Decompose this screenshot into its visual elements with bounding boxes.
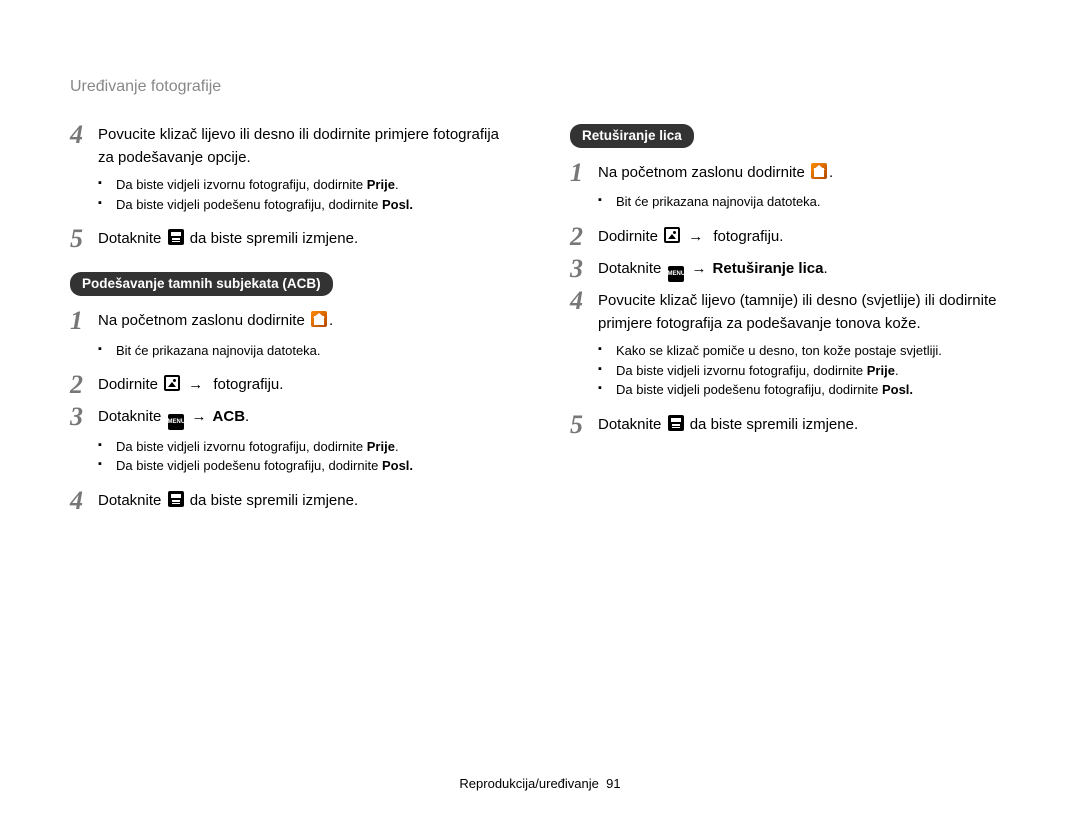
step-text: Dotaknite MENU→Retuširanje lica. (598, 258, 828, 282)
step-number: 1 (70, 307, 98, 334)
step-number: 2 (70, 371, 98, 398)
bullet: Da biste vidjeli izvornu fotografiju, do… (598, 361, 1010, 381)
step-1: 1 Na početnom zaslonu dodirnite . (570, 162, 1010, 186)
step-2: 2 Dodirnite → fotografiju. (70, 374, 510, 398)
left-column: 4 Povucite klizač lijevo ili desno ili d… (70, 124, 510, 520)
bullets: Da biste vidjeli izvornu fotografiju, do… (98, 437, 510, 476)
footer-section: Reprodukcija/uređivanje (459, 776, 598, 791)
menu-icon: MENU (168, 414, 184, 430)
step-number: 5 (570, 411, 598, 438)
save-icon (168, 229, 184, 245)
step-1: 1 Na početnom zaslonu dodirnite . (70, 310, 510, 334)
step-text: Dotaknite da biste spremili izmjene. (98, 490, 358, 514)
save-icon (668, 415, 684, 431)
section-pill-face: Retuširanje lica (570, 124, 694, 148)
arrow-icon: → (688, 226, 703, 249)
step-text: Povucite klizač lijevo (tamnije) ili des… (598, 290, 1010, 335)
step-text: Dodirnite → fotografiju. (98, 374, 283, 398)
bullet: Bit će prikazana najnovija datoteka. (598, 192, 1010, 212)
bullet: Da biste vidjeli podešenu fotografiju, d… (598, 380, 1010, 400)
step-3: 3 Dotaknite MENU→Retuširanje lica. (570, 258, 1010, 282)
step-4: 4 Povucite klizač lijevo (tamnije) ili d… (570, 290, 1010, 335)
arrow-icon: → (192, 406, 207, 429)
save-icon (168, 491, 184, 507)
bullet: Kako se klizač pomiče u desno, ton kože … (598, 341, 1010, 361)
step-number: 4 (70, 487, 98, 514)
step-number: 5 (70, 225, 98, 252)
step-number: 3 (70, 403, 98, 430)
arrow-icon: → (692, 258, 707, 281)
menu-icon: MENU (668, 266, 684, 282)
step-text: Dodirnite → fotografiju. (598, 226, 783, 250)
bullet: Da biste vidjeli podešenu fotografiju, d… (98, 456, 510, 476)
step-number: 2 (570, 223, 598, 250)
image-icon (664, 227, 680, 243)
page-title: Uređivanje fotografije (70, 78, 1010, 96)
step-number: 3 (570, 255, 598, 282)
step-3: 3 Dotaknite MENU→ACB. (70, 406, 510, 430)
columns: 4 Povucite klizač lijevo ili desno ili d… (70, 124, 1010, 520)
bullet: Da biste vidjeli izvornu fotografiju, do… (98, 437, 510, 457)
arrow-icon: → (188, 374, 203, 397)
step-text: Dotaknite da biste spremili izmjene. (598, 414, 858, 438)
step-text: Na početnom zaslonu dodirnite . (598, 162, 833, 186)
image-icon (164, 375, 180, 391)
bullet: Da biste vidjeli podešenu fotografiju, d… (98, 195, 510, 215)
step-2: 2 Dodirnite → fotografiju. (570, 226, 1010, 250)
step-number: 4 (70, 121, 98, 169)
right-column: Retuširanje lica 1 Na početnom zaslonu d… (570, 124, 1010, 520)
bullets: Da biste vidjeli izvornu fotografiju, do… (98, 175, 510, 214)
page-footer: Reprodukcija/uređivanje 91 (0, 776, 1080, 791)
step-text: Dotaknite MENU→ACB. (98, 406, 249, 430)
step-4b: 4 Dotaknite da biste spremili izmjene. (70, 490, 510, 514)
section-pill-acb: Podešavanje tamnih subjekata (ACB) (70, 272, 333, 296)
bullet: Bit će prikazana najnovija datoteka. (98, 341, 510, 361)
step-5: 5 Dotaknite da biste spremili izmjene. (70, 228, 510, 252)
step-text: Povucite klizač lijevo ili desno ili dod… (98, 124, 510, 169)
home-icon (811, 163, 827, 179)
bullets: Bit će prikazana najnovija datoteka. (598, 192, 1010, 212)
bullets: Bit će prikazana najnovija datoteka. (98, 341, 510, 361)
step-number: 1 (570, 159, 598, 186)
footer-page: 91 (606, 776, 620, 791)
bullets: Kako se klizač pomiče u desno, ton kože … (598, 341, 1010, 400)
bullet: Da biste vidjeli izvornu fotografiju, do… (98, 175, 510, 195)
step-5: 5 Dotaknite da biste spremili izmjene. (570, 414, 1010, 438)
step-text: Dotaknite da biste spremili izmjene. (98, 228, 358, 252)
step-4: 4 Povucite klizač lijevo ili desno ili d… (70, 124, 510, 169)
manual-page: Uređivanje fotografije 4 Povucite klizač… (0, 0, 1080, 815)
step-text: Na početnom zaslonu dodirnite . (98, 310, 333, 334)
step-number: 4 (570, 287, 598, 335)
home-icon (311, 311, 327, 327)
